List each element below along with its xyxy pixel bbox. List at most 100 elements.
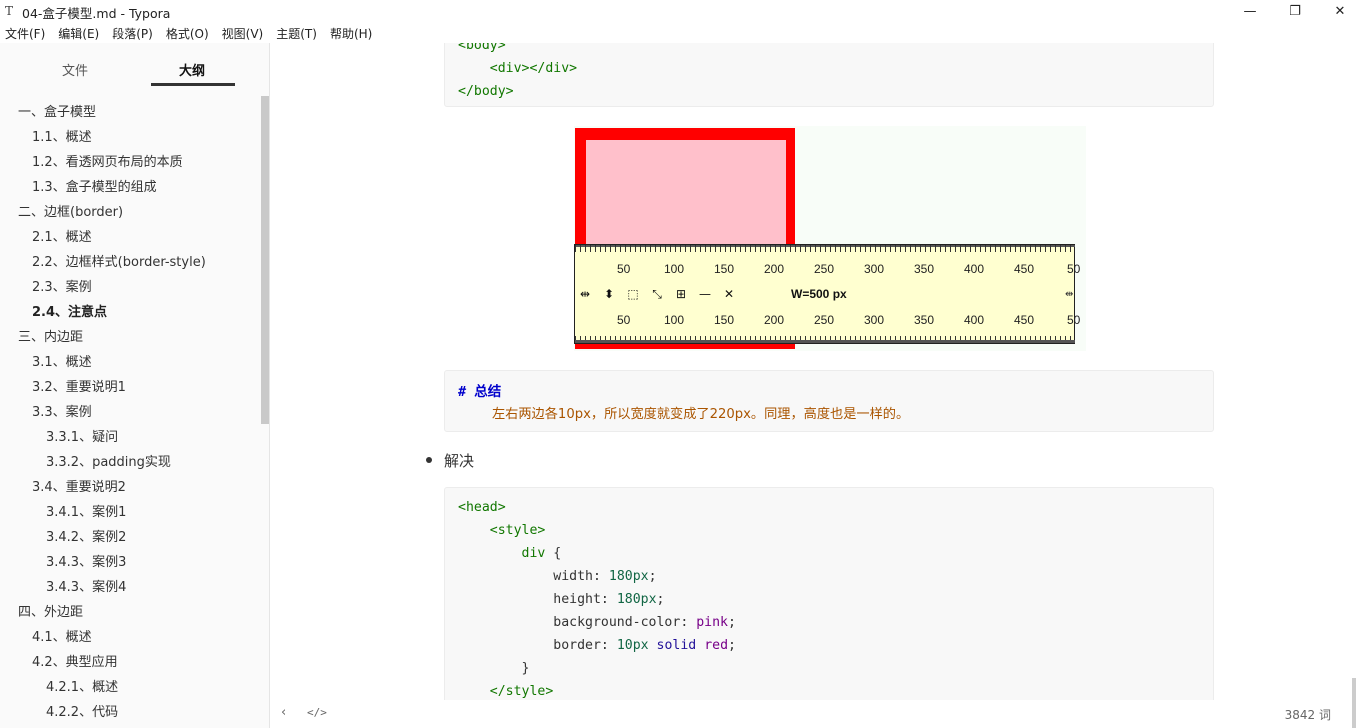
outline-item[interactable]: 2.3、案例	[0, 275, 262, 300]
add-icon[interactable]: ⊞	[674, 287, 688, 301]
menu-edit[interactable]: 编辑(E)	[58, 22, 99, 43]
code-line: <style>	[458, 519, 1213, 542]
source-code-mode-icon[interactable]: </>	[307, 706, 327, 719]
sidebar-scrollbar[interactable]	[261, 96, 269, 424]
code-line: background-color: pink;	[458, 611, 1213, 634]
crop-icon[interactable]: ⬚	[626, 287, 640, 301]
outline-item[interactable]: 3.3.2、padding实现	[0, 450, 262, 475]
toggle-sidebar-icon[interactable]: ‹	[281, 705, 286, 720]
title-bar: T 04-盒子模型.md - Typora — ❐ ✕	[0, 0, 1356, 22]
outline-item[interactable]: 4.2、典型应用	[0, 650, 262, 675]
code-token: 180px	[608, 569, 649, 584]
ruler-top-tick-label: 150	[714, 262, 735, 276]
outline-item[interactable]: 1.1、概述	[0, 125, 262, 150]
resize-icon[interactable]: ⤡	[650, 287, 664, 302]
tab-outline[interactable]: 大纲	[179, 60, 205, 79]
editor-scrollbar[interactable]	[1352, 678, 1356, 728]
minimize-icon[interactable]: —	[698, 287, 712, 301]
outline-item[interactable]: 四、外边距	[0, 600, 262, 625]
ruler-bottom-tick-label: 50	[1067, 313, 1081, 327]
code-line: }	[458, 657, 1213, 680]
window-title: 04-盒子模型.md - Typora	[22, 6, 171, 21]
close-button[interactable]: ✕	[1317, 0, 1356, 22]
bullet-icon	[426, 457, 432, 463]
outline-item[interactable]: 3.4.3、案例4	[0, 575, 262, 600]
red-border-bottom	[575, 344, 795, 349]
menu-file[interactable]: 文件(F)	[5, 22, 45, 43]
outline-item[interactable]: 4.2.2、代码	[0, 700, 262, 725]
code-line: </body>	[458, 80, 1213, 103]
outline-item[interactable]: 2.4、注意点	[0, 300, 262, 325]
code-token: ;	[656, 592, 665, 607]
outline-item[interactable]: 3.4.1、案例1	[0, 500, 262, 525]
code-token: width	[553, 569, 593, 584]
outline-item[interactable]: 1.3、盒子模型的组成	[0, 175, 262, 200]
menu-paragraph[interactable]: 段落(P)	[112, 22, 153, 43]
ruler-top-tick-label: 450	[1014, 262, 1035, 276]
code-token: 10px	[616, 638, 649, 653]
outline-item[interactable]: 3.1、概述	[0, 350, 262, 375]
outline-item[interactable]: 一、盒子模型	[0, 100, 262, 125]
code-token: border	[553, 638, 601, 653]
screen-ruler[interactable]: ⇹ ⬍ ⬚ ⤡ ⊞ — ✕ W=500 px ⇹ 50 100 150 200 250 300 350 4…	[574, 244, 1080, 344]
code-block-body[interactable]: <body> <div></div> </body>	[444, 43, 1214, 107]
menu-format[interactable]: 格式(O)	[166, 22, 209, 43]
outline-item[interactable]: 3.4.3、案例3	[0, 550, 262, 575]
menu-bar: 文件(F) 编辑(E) 段落(P) 格式(O) 视图(V) 主题(T) 帮助(H…	[0, 22, 1356, 43]
outline-item[interactable]: 2.2、边框样式(border-style)	[0, 250, 262, 275]
summary-text: 左右两边各10px，所以宽度就变成了220px。同理，高度也是一样的。	[492, 407, 910, 422]
ruler-bottom-tick-label: 250	[814, 313, 835, 327]
close-icon[interactable]: ✕	[722, 287, 736, 301]
summary-block[interactable]: # 总结 左右两边各10px，所以宽度就变成了220px。同理，高度也是一样的。	[444, 370, 1214, 432]
outline-item[interactable]: 三、内边距	[0, 325, 262, 350]
outline-item[interactable]: 3.3、案例	[0, 400, 262, 425]
code-token: solid	[656, 638, 697, 653]
code-line: width: 180px;	[458, 565, 1213, 588]
code-token: :	[600, 592, 617, 607]
outline-item[interactable]: 2.1、概述	[0, 225, 262, 250]
flip-orientation-icon[interactable]: ⬍	[602, 287, 616, 301]
ruler-top-ticks	[575, 245, 1075, 252]
ruler-bottom-tick-label: 350	[914, 313, 935, 327]
outline-item[interactable]: 4.1、概述	[0, 625, 262, 650]
active-tab-indicator	[151, 83, 235, 86]
ruler-resize-handle-icon[interactable]: ⇹	[1065, 289, 1073, 300]
code-token: ;	[648, 569, 657, 584]
ruler-drag-icon[interactable]: ⇹	[578, 287, 592, 301]
ruler-bottom-tick-label: 400	[964, 313, 985, 327]
bullet-item-solution[interactable]: 解决	[444, 450, 474, 471]
code-line: <body>	[458, 43, 1213, 57]
outline-item[interactable]: 3.4.2、案例2	[0, 525, 262, 550]
ruler-top-tick-label: 300	[864, 262, 885, 276]
outline-item[interactable]: 4.2.1、概述	[0, 675, 262, 700]
code-line: <div></div>	[458, 57, 1213, 80]
outline-item[interactable]: 1.2、看透网页布局的本质	[0, 150, 262, 175]
tab-files[interactable]: 文件	[62, 60, 88, 79]
menu-help[interactable]: 帮助(H)	[330, 22, 372, 43]
ruler-top-tick-label: 400	[964, 262, 985, 276]
menu-theme[interactable]: 主题(T)	[276, 22, 317, 43]
outline-item[interactable]: 二、边框(border)	[0, 200, 262, 225]
code-block-head-style[interactable]: <head> <style> div { width: 180px; heigh…	[444, 487, 1214, 728]
ruler-top-tick-label: 200	[764, 262, 785, 276]
editor-area[interactable]: <body> <div></div> </body> ⇹ ⬍ ⬚ ⤡ ⊞ — ✕ W=500 …	[271, 43, 1356, 728]
maximize-button[interactable]: ❐	[1272, 0, 1318, 22]
ruler-bottom-tick-label: 150	[714, 313, 735, 327]
code-token: ;	[728, 638, 736, 653]
ruler-top-tick-label: 50	[1067, 262, 1081, 276]
ruler-top-tick-label: 350	[914, 262, 935, 276]
minimize-button[interactable]: —	[1227, 0, 1273, 22]
outline-item[interactable]: 3.2、重要说明1	[0, 375, 262, 400]
outline-item[interactable]: 3.4、重要说明2	[0, 475, 262, 500]
outline-item[interactable]: 3.3.1、疑问	[0, 425, 262, 450]
menu-view[interactable]: 视图(V)	[222, 22, 264, 43]
word-count[interactable]: 3842 词	[1285, 706, 1331, 723]
ruler-toolbar: ⇹ ⬍ ⬚ ⤡ ⊞ — ✕	[578, 285, 746, 303]
code-token: height	[553, 592, 601, 607]
code-line: div {	[458, 542, 1213, 565]
code-token: 180px	[616, 592, 657, 607]
code-token: </style>	[489, 684, 554, 699]
ruler-bottom-tick-label: 200	[764, 313, 785, 327]
